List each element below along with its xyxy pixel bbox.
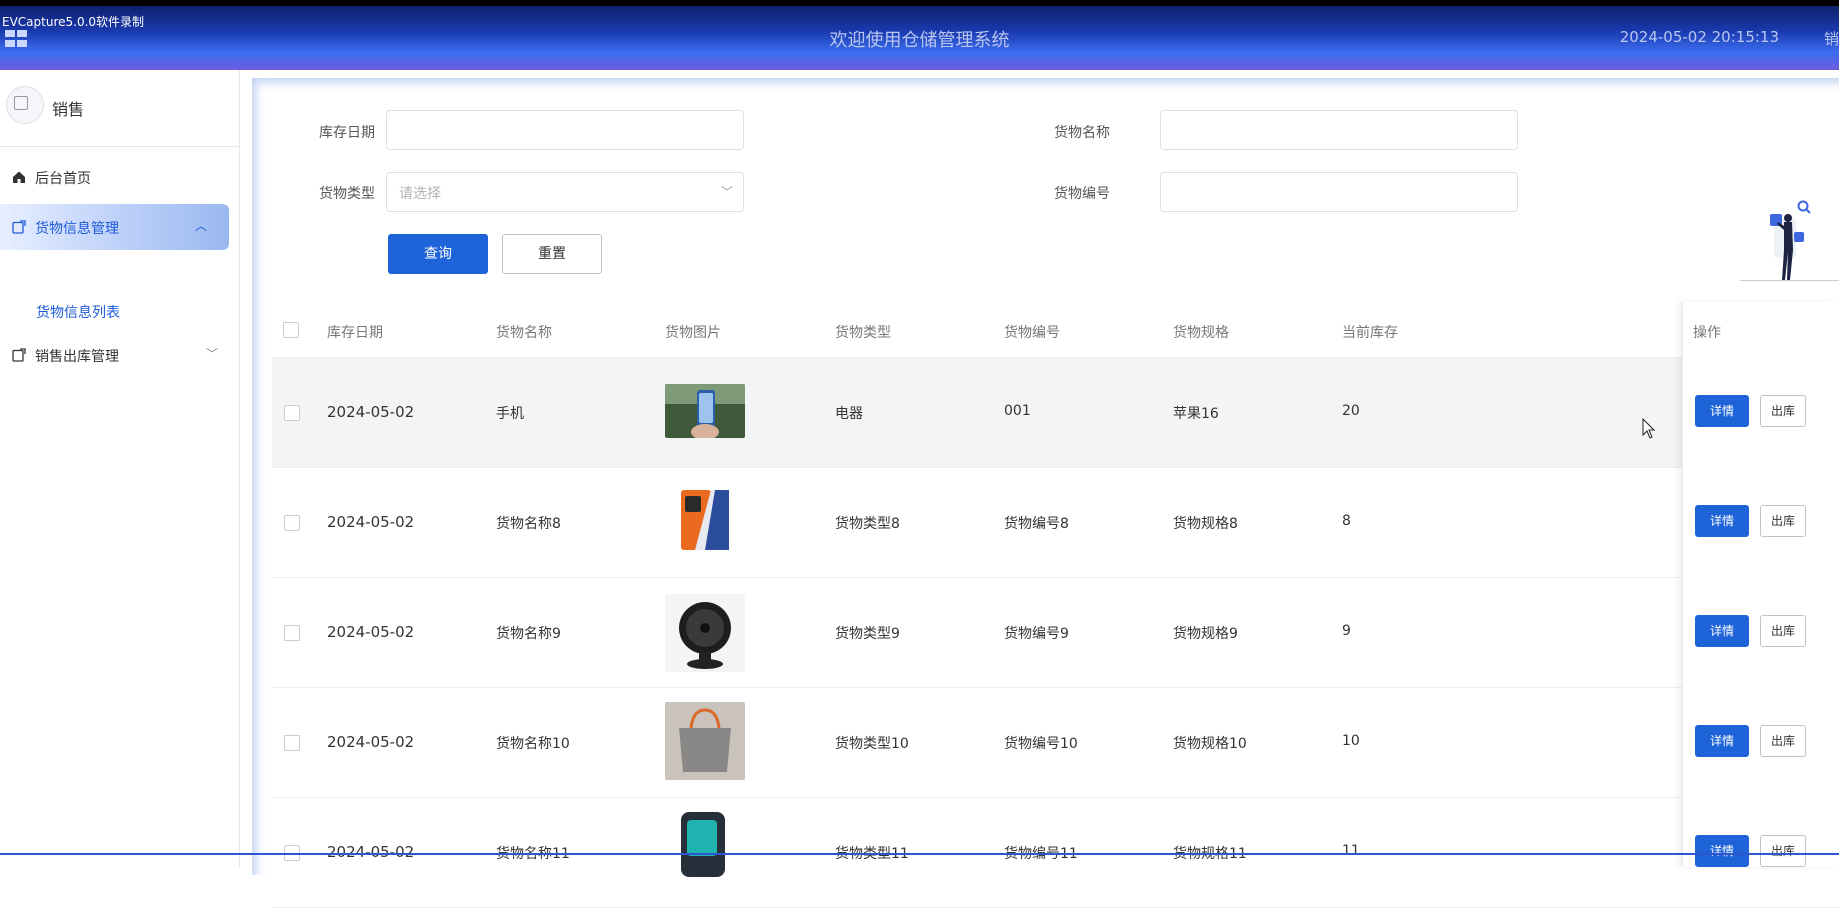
mouse-cursor-icon bbox=[1642, 418, 1656, 439]
table-row[interactable]: 2024-05-02 手机 电器 001 苹果16 20 bbox=[272, 358, 1839, 468]
cell-spec: 货物规格8 bbox=[1173, 516, 1238, 532]
code-label: 货物编号 bbox=[1054, 186, 1110, 202]
cell-code: 货物编号10 bbox=[1004, 736, 1078, 752]
col-header-stock: 当前库存 bbox=[1342, 325, 1398, 341]
row-checkbox[interactable] bbox=[284, 515, 300, 531]
type-label: 货物类型 bbox=[319, 186, 375, 202]
col-header-image: 货物图片 bbox=[665, 325, 721, 341]
goods-image-phone[interactable] bbox=[665, 384, 745, 438]
outbound-button[interactable]: 出库 bbox=[1760, 395, 1806, 427]
cell-date: 2024-05-02 bbox=[327, 403, 415, 421]
cell-type: 货物类型10 bbox=[835, 736, 909, 752]
sidebar-item-home[interactable]: 后台首页 bbox=[0, 154, 240, 200]
col-header-code: 货物编号 bbox=[1004, 325, 1060, 341]
goods-image-fan[interactable] bbox=[665, 594, 745, 672]
cell-type: 货物类型9 bbox=[835, 626, 900, 642]
date-label: 库存日期 bbox=[319, 125, 375, 141]
cell-code: 货物编号9 bbox=[1004, 626, 1069, 642]
chevron-down-icon: ﹀ bbox=[205, 347, 218, 361]
sidebar-item-label: 货物信息管理 bbox=[35, 221, 119, 237]
detail-button[interactable]: 详情 bbox=[1695, 505, 1749, 537]
type-select[interactable]: 请选择 ﹀ bbox=[386, 172, 744, 212]
query-button[interactable]: 查询 bbox=[388, 234, 488, 274]
avatar[interactable] bbox=[6, 86, 44, 124]
detail-button[interactable]: 详情 bbox=[1695, 725, 1749, 757]
cell-stock: 8 bbox=[1342, 513, 1351, 529]
cell-date: 2024-05-02 bbox=[327, 733, 415, 751]
goods-image-bag[interactable] bbox=[665, 702, 745, 780]
window-strip bbox=[0, 0, 1839, 6]
username: 销售 bbox=[52, 100, 85, 119]
name-input[interactable] bbox=[1160, 110, 1518, 150]
cell-code: 001 bbox=[1004, 403, 1031, 419]
recording-progress-line bbox=[0, 853, 1839, 855]
outbound-button[interactable]: 出库 bbox=[1760, 725, 1806, 757]
reset-button[interactable]: 重置 bbox=[502, 234, 602, 274]
search-person-illustration bbox=[1740, 200, 1839, 281]
outbound-button[interactable]: 出库 bbox=[1760, 615, 1806, 647]
type-select-placeholder: 请选择 bbox=[399, 186, 441, 202]
cell-spec: 苹果16 bbox=[1173, 406, 1219, 422]
cell-date: 2024-05-02 bbox=[327, 623, 415, 641]
sidebar-item-label: 销售出库管理 bbox=[35, 349, 119, 365]
operations-column: 操作 详情 出库 详情 出库 详情 出库 详情 出库 详情 出库 bbox=[1682, 302, 1839, 867]
cell-date: 2024-05-02 bbox=[327, 513, 415, 531]
table-row[interactable]: 2024-05-02 货物名称10 货物类型10 货物编号10 货物规格10 1… bbox=[272, 688, 1839, 798]
main-content: 库存日期 货物名称 货物类型 请选择 ﹀ 货物编号 查询 重置 库存日期 货物名… bbox=[240, 70, 1839, 908]
chevron-down-icon: ﹀ bbox=[720, 185, 733, 199]
detail-button[interactable]: 详情 bbox=[1695, 615, 1749, 647]
col-header-operations: 操作 bbox=[1693, 325, 1721, 341]
user-panel: 销售 bbox=[0, 84, 240, 134]
col-header-spec: 货物规格 bbox=[1173, 325, 1229, 341]
cell-name: 手机 bbox=[496, 406, 524, 422]
edit-icon bbox=[12, 348, 26, 362]
sidebar-divider bbox=[0, 146, 240, 147]
detail-button[interactable]: 详情 bbox=[1695, 835, 1749, 867]
table-row[interactable]: 2024-05-02 货物名称9 货物类型9 货物编号9 货物规格9 9 bbox=[272, 578, 1839, 688]
top-header-bar: EVCapture5.0.0软件录制 欢迎使用仓储管理系统 2024-05-02… bbox=[0, 0, 1839, 70]
cell-name: 货物名称8 bbox=[496, 516, 561, 532]
goods-table: 库存日期 货物名称 货物图片 货物类型 货物编号 货物规格 当前库存 2024-… bbox=[272, 302, 1839, 908]
cell-name: 货物名称9 bbox=[496, 626, 561, 642]
cell-spec: 货物规格9 bbox=[1173, 626, 1238, 642]
cell-stock: 11 bbox=[1342, 843, 1360, 859]
sidebar-item-sales-outbound[interactable]: 销售出库管理 ﹀ bbox=[0, 332, 240, 378]
col-header-date: 库存日期 bbox=[327, 325, 383, 341]
cell-type: 电器 bbox=[835, 406, 863, 422]
select-all-checkbox[interactable] bbox=[283, 322, 299, 338]
cell-type: 货物类型8 bbox=[835, 516, 900, 532]
cell-stock: 10 bbox=[1342, 733, 1360, 749]
cell-stock: 20 bbox=[1342, 403, 1360, 419]
cell-date: 2024-05-02 bbox=[327, 843, 415, 861]
sidebar: 销售 后台首页 货物信息管理 ︿ 货物信息列表 销售出库管理 ﹀ bbox=[0, 70, 240, 867]
row-checkbox[interactable] bbox=[284, 405, 300, 421]
goods-image-orange-phone[interactable] bbox=[665, 488, 745, 552]
edit-icon bbox=[12, 220, 26, 234]
table-header: 库存日期 货物名称 货物图片 货物类型 货物编号 货物规格 当前库存 bbox=[272, 302, 1839, 358]
datetime-display: 2024-05-02 20:15:13 bbox=[1619, 28, 1779, 46]
chevron-up-icon: ︿ bbox=[194, 219, 207, 233]
col-header-name: 货物名称 bbox=[496, 325, 552, 341]
code-input[interactable] bbox=[1160, 172, 1518, 212]
cell-name: 货物名称10 bbox=[496, 736, 570, 752]
col-header-type: 货物类型 bbox=[835, 325, 891, 341]
cell-code: 货物编号8 bbox=[1004, 516, 1069, 532]
page-title: 欢迎使用仓储管理系统 bbox=[829, 30, 1010, 51]
sidebar-item-goods-management[interactable]: 货物信息管理 ︿ bbox=[0, 204, 229, 250]
outbound-button[interactable]: 出库 bbox=[1760, 835, 1806, 867]
outbound-button[interactable]: 出库 bbox=[1760, 505, 1806, 537]
date-input[interactable] bbox=[386, 110, 744, 150]
row-checkbox[interactable] bbox=[284, 735, 300, 751]
cell-stock: 9 bbox=[1342, 623, 1351, 639]
header-user-truncated[interactable]: 销 bbox=[1824, 28, 1839, 49]
submenu-goods-list[interactable]: 货物信息列表 bbox=[36, 302, 120, 322]
table-row[interactable]: 2024-05-02 货物名称8 货物类型8 货物编号8 货物规格8 8 bbox=[272, 468, 1839, 578]
detail-button[interactable]: 详情 bbox=[1695, 395, 1749, 427]
home-icon bbox=[13, 171, 25, 183]
row-checkbox[interactable] bbox=[284, 625, 300, 641]
sidebar-item-label: 后台首页 bbox=[35, 171, 91, 187]
cell-spec: 货物规格10 bbox=[1173, 736, 1247, 752]
name-label: 货物名称 bbox=[1054, 125, 1110, 141]
